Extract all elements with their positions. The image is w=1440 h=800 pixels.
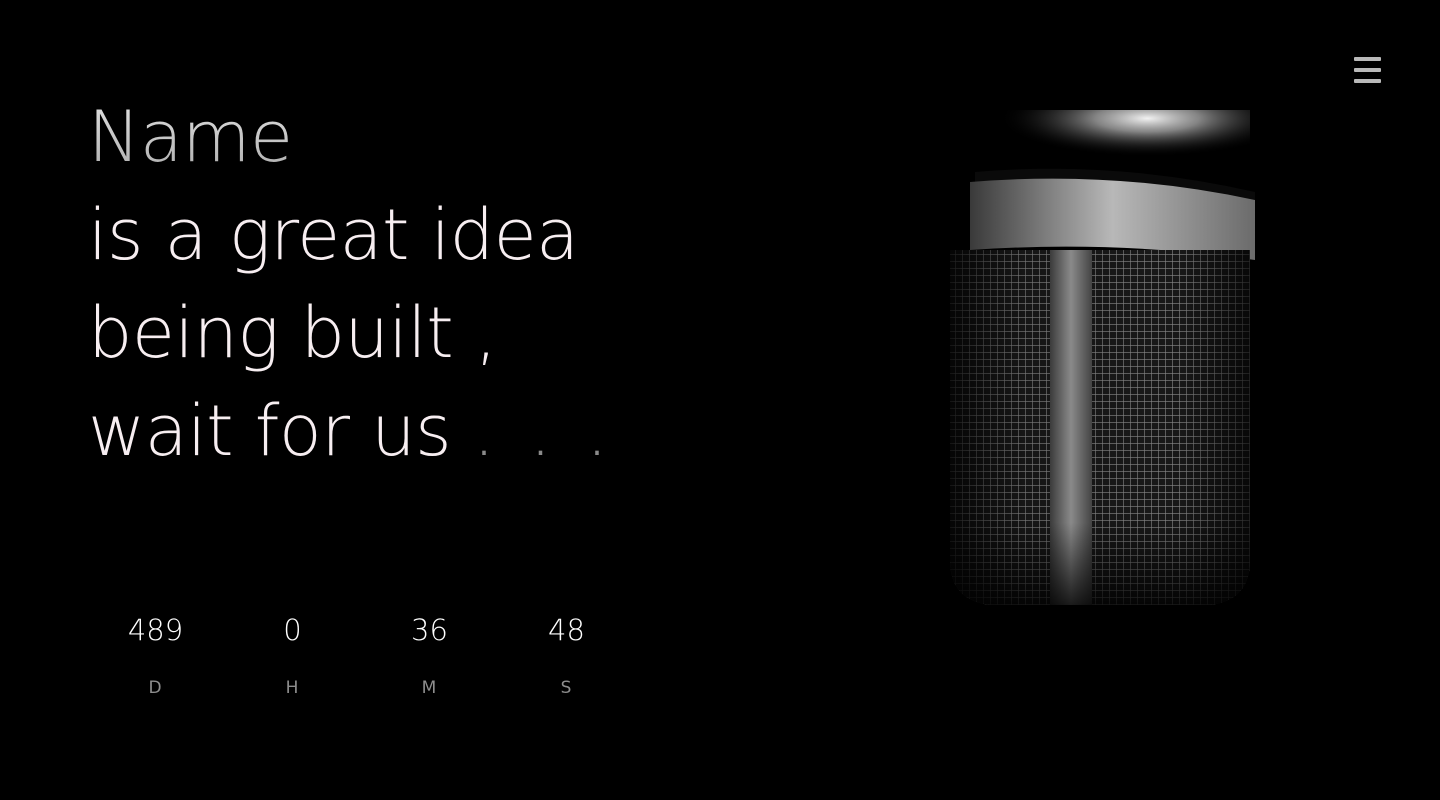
- menu-button[interactable]: [1352, 57, 1382, 83]
- countdown-minutes-label: M: [421, 678, 438, 698]
- hamburger-menu-icon-bar: [1353, 79, 1381, 83]
- headline-line-3-text: wait for us: [88, 390, 452, 472]
- countdown-days: 489 D: [87, 604, 224, 698]
- headline-ellipsis: . . .: [472, 390, 615, 472]
- headline-line-3: wait for us . . .: [88, 382, 614, 480]
- countdown-hours-label: H: [285, 678, 300, 698]
- countdown-seconds-label: S: [560, 678, 573, 698]
- countdown-minutes-value: 36: [411, 613, 448, 647]
- headline-line-2: being built ,: [88, 292, 497, 374]
- countdown-hours: 0 H: [224, 604, 361, 698]
- hamburger-menu-icon-bar: [1353, 68, 1381, 72]
- countdown-seconds: 48 S: [498, 604, 635, 698]
- hero-headline: Name is a great idea being built , wait …: [88, 88, 614, 480]
- countdown-hours-value: 0: [283, 613, 302, 647]
- hamburger-menu-icon: [1353, 57, 1381, 61]
- microphone-image: [950, 110, 1255, 605]
- countdown-days-label: D: [148, 678, 163, 698]
- headline-line-1: is a great idea: [88, 194, 579, 276]
- countdown-seconds-value: 48: [548, 613, 585, 647]
- brand-name: Name: [88, 88, 614, 186]
- countdown-minutes: 36 M: [361, 604, 498, 698]
- countdown-days-value: 489: [127, 613, 184, 647]
- countdown-timer: 489 D 0 H 36 M 48 S: [87, 604, 635, 698]
